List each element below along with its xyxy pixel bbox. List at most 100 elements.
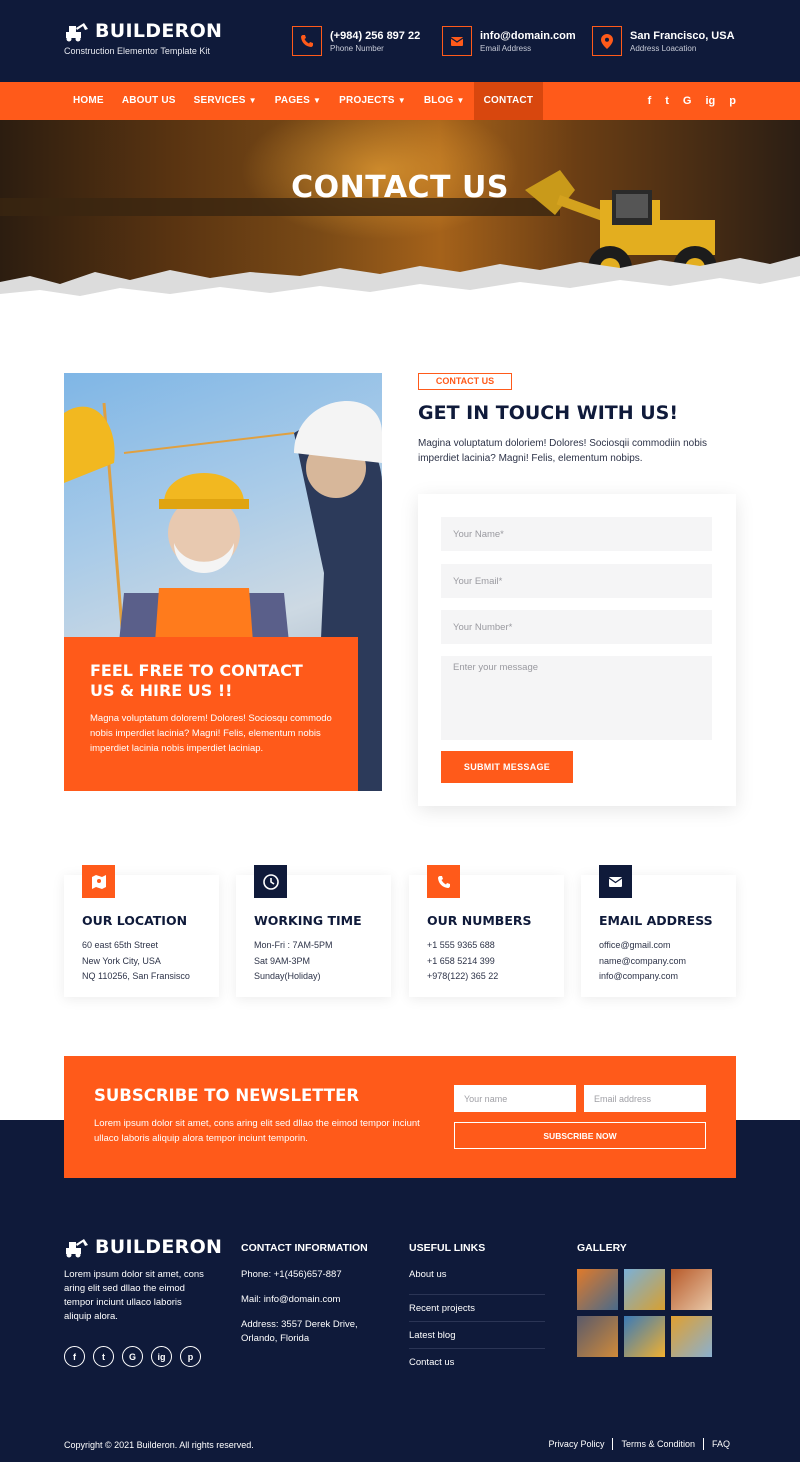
nav-item-contact[interactable]: CONTACT [473,82,544,120]
pinterest-icon[interactable]: p [180,1346,201,1367]
phone-icon [292,26,322,56]
nav-item-about[interactable]: ABOUT US [113,82,185,120]
nav-item-projects[interactable]: PROJECTS ▼ [330,82,415,120]
topbar-email[interactable]: info@domain.com Email Address [442,26,576,56]
instagram-icon[interactable]: ig [705,95,715,107]
topbar-address[interactable]: San Francisco, USA Address Loacation [592,26,735,56]
pinterest-icon[interactable]: p [729,95,736,107]
gallery-thumbnail[interactable] [624,1269,665,1310]
footer-brand-name: BUILDERON [95,1236,223,1258]
copyright: Copyright © 2021 Builderon. All rights r… [64,1440,254,1450]
message-textarea[interactable] [441,656,712,740]
info-card-line: 60 east 65th Street [82,940,159,950]
number-input[interactable] [441,610,712,644]
excavator-icon [66,1239,88,1258]
footer-phone: Phone: +1(456)657-887 [241,1269,342,1280]
info-card-line: name@company.com [599,955,687,966]
chevron-down-icon: ▼ [397,96,406,105]
terms-link[interactable]: Terms & Condition [613,1438,704,1450]
gallery-thumbnail[interactable] [624,1316,665,1357]
footer-about: Lorem ipsum dolor sit amet, cons aring e… [64,1269,204,1322]
info-card-numbers: OUR NUMBERS +1 555 9365 688 +1 658 5214 … [409,865,564,997]
gallery-thumbnail[interactable] [577,1269,618,1310]
facebook-icon[interactable]: f [64,1346,85,1367]
info-card-line: Sunday(Holiday) [254,971,321,981]
info-card-title: OUR NUMBERS [427,913,532,928]
footer-bottom-links: Privacy Policy Terms & Condition FAQ [540,1438,730,1450]
footer-link-recent-projects[interactable]: Recent projects [409,1295,545,1322]
footer-contact-info: Phone: +1(456)657-887 Mail: info@domain.… [241,1268,371,1357]
hero-banner: CONTACT US [0,120,800,312]
nav-item-services[interactable]: SERVICES ▼ [185,82,266,120]
gallery-thumbnail[interactable] [577,1316,618,1357]
email-input[interactable] [441,564,712,598]
gallery-thumbnail[interactable] [671,1269,712,1310]
brand-logo[interactable]: BUILDERON Construction Elementor Templat… [64,20,222,56]
topbar-address-city: San Francisco, USA [630,29,735,42]
footer-address: Address: 3557 Derek Drive, Orlando, Flor… [241,1319,358,1344]
info-card-line: office@gmail.com [599,940,671,950]
twitter-icon[interactable]: t [93,1346,114,1367]
newsletter-name-input[interactable] [454,1085,576,1112]
topbar-phone-number: (+984) 256 897 22 [330,29,421,42]
nav-item-blog[interactable]: BLOG ▼ [415,82,474,120]
nav-item-home[interactable]: HOME [64,82,113,120]
nav-item-pages[interactable]: PAGES ▼ [266,82,330,120]
info-card-email: EMAIL ADDRESS office@gmail.com name@comp… [581,865,736,997]
submit-message-button[interactable]: SUBMIT MESSAGE [441,751,573,783]
faq-link[interactable]: FAQ [704,1438,730,1450]
contact-form: SUBMIT MESSAGE [418,494,736,806]
footer-link-about[interactable]: About us [409,1268,545,1295]
footer-links-title: USEFUL LINKS [409,1242,486,1254]
newsletter-email-input[interactable] [584,1085,706,1112]
newsletter-banner: SUBSCRIBE TO NEWSLETTER Lorem ipsum dolo… [64,1056,736,1178]
chevron-down-icon: ▼ [456,96,465,105]
footer-gallery [577,1269,712,1357]
top-bar: BUILDERON Construction Elementor Templat… [0,0,800,82]
subscribe-button[interactable]: SUBSCRIBE NOW [454,1122,706,1149]
torn-paper-edge [0,256,800,312]
instagram-icon[interactable]: ig [151,1346,172,1367]
name-input[interactable] [441,517,712,551]
chevron-down-icon: ▼ [313,96,322,105]
info-card-line: +1 555 9365 688 [427,940,495,950]
location-pin-icon [592,26,622,56]
info-card-line: NQ 110256, San Fransisco [82,971,190,981]
hire-us-text: Magna voluptatum dolorem! Dolores! Socio… [90,713,332,754]
newsletter-title: SUBSCRIBE TO NEWSLETTER [94,1086,360,1105]
footer-contact-title: CONTACT INFORMATION [241,1242,368,1254]
info-card-working-time: WORKING TIME Mon-Fri : 7AM-5PM Sat 9AM-3… [236,865,391,997]
google-icon[interactable]: G [683,95,692,107]
footer-links: About us Recent projects Latest blog Con… [409,1268,545,1376]
footer-social: f t G ig p [64,1346,201,1367]
map-icon [82,865,115,898]
topbar-email-address: info@domain.com [480,29,576,42]
privacy-policy-link[interactable]: Privacy Policy [540,1438,614,1450]
phone-icon [427,865,460,898]
section-badge: CONTACT US [418,373,512,390]
gallery-thumbnail[interactable] [671,1316,712,1357]
topbar-phone-label: Phone Number [330,43,384,53]
footer-link-latest-blog[interactable]: Latest blog [409,1322,545,1349]
info-card-line: +1 658 5214 399 [427,955,495,966]
facebook-icon[interactable]: f [648,95,652,107]
footer-link-contact[interactable]: Contact us [409,1349,545,1376]
chevron-down-icon: ▼ [248,96,257,105]
info-card-line: Mon-Fri : 7AM-5PM [254,940,333,950]
info-card-line: Sat 9AM-3PM [254,955,311,966]
clock-icon [254,865,287,898]
info-card-location: OUR LOCATION 60 east 65th Street New Yor… [64,865,219,997]
footer-logo[interactable]: BUILDERON [64,1236,222,1258]
brand-tagline: Construction Elementor Template Kit [64,46,210,56]
twitter-icon[interactable]: t [665,95,669,107]
main-nav: HOME ABOUT US SERVICES ▼ PAGES ▼ PROJECTS ▼… [0,82,800,120]
section-description: Magina voluptatum doloriem! Dolores! Soc… [418,438,708,464]
topbar-address-label: Address Loacation [630,43,697,53]
mail-icon [599,865,632,898]
section-title: GET IN TOUCH WITH US! [418,402,679,424]
mail-icon [442,26,472,56]
google-icon[interactable]: G [122,1346,143,1367]
footer-mail: Mail: info@domain.com [241,1294,341,1305]
hire-us-box: FEEL FREE TO CONTACT US & HIRE US !! Mag… [64,637,358,791]
topbar-phone[interactable]: (+984) 256 897 22 Phone Number [292,26,420,56]
